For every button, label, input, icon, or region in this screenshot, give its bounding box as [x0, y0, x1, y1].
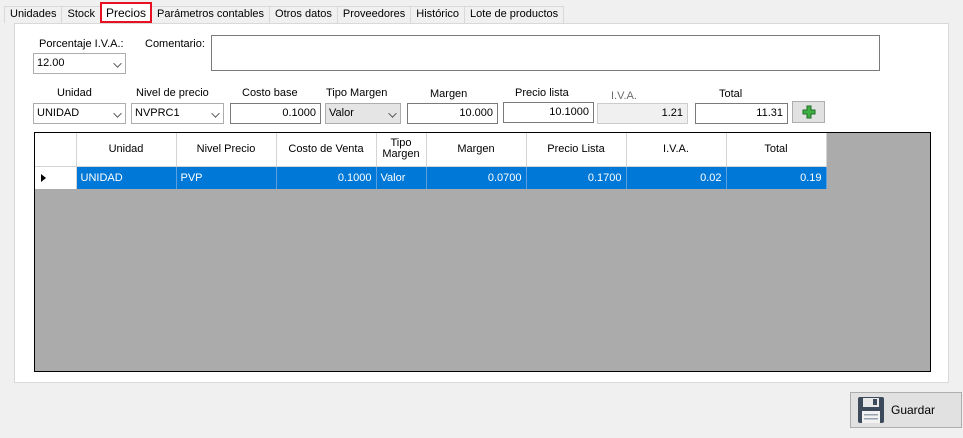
tab-lote-de-productos[interactable]: Lote de productos [464, 6, 565, 23]
cell-iva[interactable]: 0.02 [626, 166, 727, 189]
cell-total[interactable]: 0.19 [726, 166, 827, 189]
costo-base-input[interactable]: 0.1000 [230, 103, 321, 124]
total-input[interactable]: 11.31 [695, 103, 788, 124]
unidad-value: UNIDAD [37, 107, 80, 119]
column-header-unidad[interactable]: Unidad [76, 133, 177, 167]
column-header-iva[interactable]: I.V.A. [626, 133, 727, 167]
tab-proveedores[interactable]: Proveedores [336, 6, 411, 23]
iva-percentage-value: 12.00 [37, 57, 65, 69]
chevron-down-icon [113, 109, 122, 118]
comment-label: Comentario: [145, 38, 205, 50]
tab-otros-datos[interactable]: Otros datos [269, 6, 337, 23]
precios-panel: Porcentaje I.V.A.: 12.00 Comentario: Uni… [14, 23, 949, 383]
floppy-disk-icon [858, 397, 884, 423]
tab-historico[interactable]: Histórico [410, 6, 465, 23]
cell-precio-lista[interactable]: 0.1700 [526, 166, 627, 189]
tipo-margen-value: Valor [329, 107, 354, 119]
column-header-costo-de-venta[interactable]: Costo de Venta [276, 133, 377, 167]
costo-base-label: Costo base [242, 87, 298, 99]
column-header-nivel-precio[interactable]: Nivel Precio [176, 133, 277, 167]
table-row[interactable]: UNIDAD PVP 0.1000 Valor 0.0700 0.1700 0.… [35, 166, 827, 189]
total-label: Total [719, 88, 743, 100]
chevron-down-icon [211, 109, 220, 118]
column-header-total[interactable]: Total [726, 133, 827, 167]
tipo-margen-select[interactable]: Valor [325, 103, 401, 124]
cell-tipo-margen[interactable]: Valor [376, 166, 427, 189]
nivel-precio-select[interactable]: NVPRC1 [131, 103, 224, 124]
prices-grid[interactable]: Unidad Nivel Precio Costo de Venta Tipo … [34, 132, 931, 372]
comment-field[interactable] [211, 35, 880, 71]
column-header-margen[interactable]: Margen [426, 133, 527, 167]
iva-percentage-label: Porcentaje I.V.A.: [39, 38, 124, 50]
iva-percentage-select[interactable]: 12.00 [33, 53, 126, 74]
unidad-select[interactable]: UNIDAD [33, 103, 126, 124]
row-header[interactable] [35, 166, 77, 189]
current-row-arrow-icon [41, 173, 46, 182]
nivel-precio-label: Nivel de precio [136, 87, 209, 99]
grid-header-row: Unidad Nivel Precio Costo de Venta Tipo … [35, 133, 827, 167]
cell-costo-de-venta[interactable]: 0.1000 [276, 166, 377, 189]
grid-corner-header [35, 133, 77, 167]
tab-strip: Unidades Stock Precios Parámetros contab… [4, 2, 565, 23]
precio-lista-label: Precio lista [515, 87, 569, 99]
chevron-down-icon [388, 109, 397, 118]
add-price-button[interactable] [792, 101, 825, 123]
iva-amount-label: I.V.A. [611, 90, 637, 102]
tab-precios[interactable]: Precios [100, 2, 153, 23]
iva-amount-field: 1.21 [597, 103, 688, 124]
cell-margen[interactable]: 0.0700 [426, 166, 527, 189]
cell-unidad[interactable]: UNIDAD [76, 166, 177, 189]
precio-lista-input[interactable]: 10.1000 [503, 102, 594, 123]
tab-unidades[interactable]: Unidades [4, 6, 62, 23]
plus-icon [802, 105, 816, 119]
tipo-margen-label: Tipo Margen [326, 87, 388, 99]
cell-nivel-precio[interactable]: PVP [176, 166, 277, 189]
tab-parametros-contables[interactable]: Parámetros contables [152, 6, 270, 23]
unidad-label: Unidad [57, 87, 92, 99]
column-header-precio-lista[interactable]: Precio Lista [526, 133, 627, 167]
save-button-label: Guardar [891, 403, 936, 417]
column-header-tipo-margen[interactable]: Tipo Margen [376, 133, 427, 167]
margen-input[interactable]: 10.000 [407, 103, 498, 124]
save-button[interactable]: Guardar [850, 392, 962, 428]
nivel-precio-value: NVPRC1 [135, 107, 180, 119]
margen-label: Margen [430, 88, 468, 100]
tab-stock[interactable]: Stock [61, 6, 100, 23]
chevron-down-icon [113, 59, 122, 68]
